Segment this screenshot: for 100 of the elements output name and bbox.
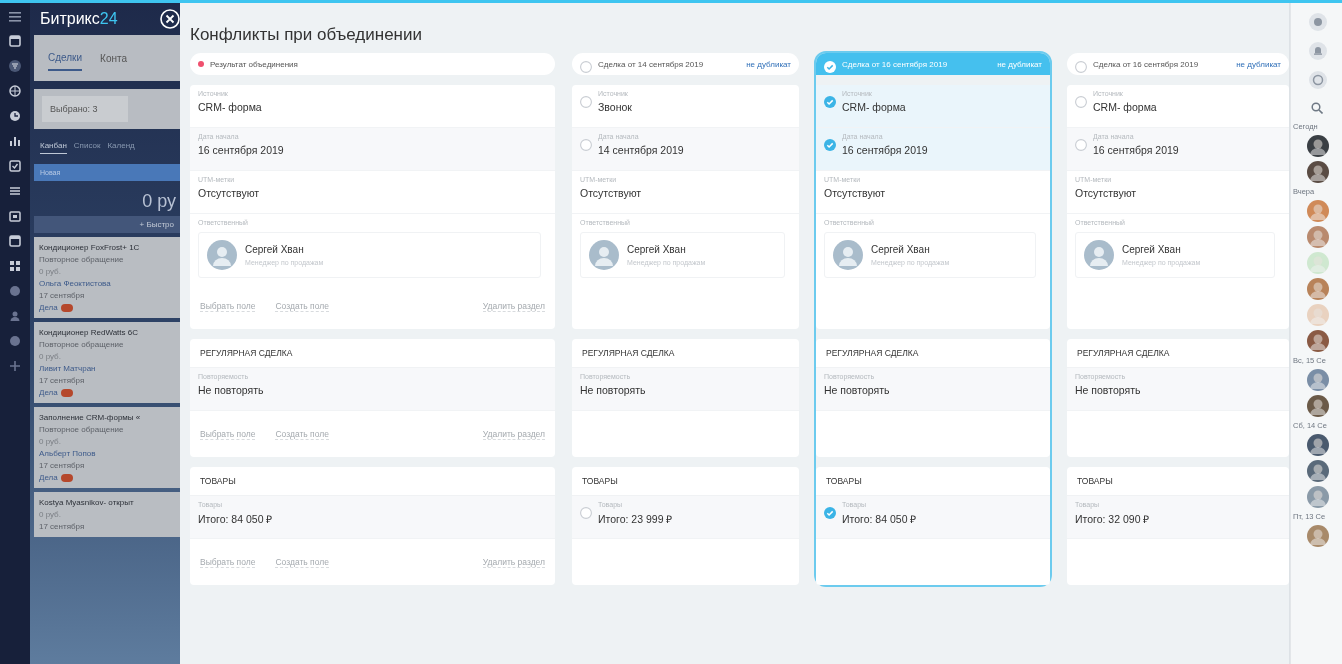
avatar[interactable] [207,240,237,270]
plus-icon[interactable] [9,360,21,372]
radio-button[interactable] [580,61,592,73]
menu-icon[interactable] [9,12,21,22]
checked-radio-icon[interactable] [824,96,836,108]
action-link[interactable]: Удалить раздел [482,556,545,568]
slider-title: Конфликты при объединении [190,24,423,46]
field-value: Отсутствуют [1075,187,1138,199]
radio-button[interactable] [1075,96,1087,108]
checked-radio-icon[interactable] [824,507,836,519]
column-title: Сделка от 16 сентября 2019 [1093,59,1200,69]
radio-button[interactable] [580,507,592,519]
counter-badge [60,388,73,397]
field-value: Не повторять [1075,384,1142,396]
deal-subtitle: Повторное обращение [39,425,125,434]
field-value: Итого: 32 090 ₽ [1075,512,1151,526]
checked-radio-icon[interactable] [824,61,836,73]
activity-link[interactable]: Дела [39,303,58,312]
not-duplicate-link[interactable]: не дубликат [997,59,1042,69]
clock-icon[interactable] [9,110,21,122]
filter-icon[interactable] [9,60,21,72]
dot-icon[interactable] [9,285,21,297]
logo-number: 24 [99,10,118,27]
view-tab[interactable]: Список [73,141,101,154]
filter-field[interactable]: Выбрано: 3 [42,96,128,122]
counter-badge [60,303,73,312]
activity-link[interactable]: Дела [39,473,58,482]
field-value: Не повторять [580,384,647,396]
action-link[interactable]: Создать поле [275,556,329,568]
field-value: 16 сентября 2019 [198,144,285,156]
radio-button[interactable] [1075,139,1087,151]
action-link[interactable]: Удалить раздел [482,428,545,440]
user-name[interactable]: Сергей Хван [1122,244,1201,255]
column-title: Сделка от 16 сентября 2019 [842,59,949,69]
window-icon[interactable] [9,235,21,247]
avatar[interactable] [1084,240,1114,270]
globe-icon[interactable] [9,85,21,97]
avatar[interactable] [589,240,619,270]
action-link[interactable]: Удалить раздел [482,300,545,312]
status-dot-icon[interactable] [198,61,204,67]
bell-icon[interactable] [1309,42,1327,60]
checkbox-icon[interactable] [9,160,21,172]
field-value: Итого: 84 050 ₽ [842,512,918,526]
action-link[interactable]: Создать поле [275,300,329,312]
logo-text: Битрикс [40,10,100,27]
quick-add-button[interactable]: + Быстро [34,216,180,233]
field-value: Отсутствуют [580,187,643,199]
search-icon[interactable] [1311,102,1323,114]
field-value: 16 сентября 2019 [1093,144,1180,156]
radio-button[interactable] [580,96,592,108]
column-header[interactable]: Сделка от 16 сентября 2019 не дубликат [1067,53,1289,75]
column-title: Результат объединения [210,59,299,69]
user-name[interactable]: Сергей Хван [627,244,706,255]
not-duplicate-link[interactable]: не дубликат [746,59,791,69]
action-link[interactable]: Выбрать поле [200,556,256,568]
checked-radio-icon[interactable] [824,139,836,151]
action-link[interactable]: Выбрать поле [200,428,256,440]
field-value: CRM- форма [842,101,907,113]
column-header[interactable]: Сделка от 14 сентября 2019 не дубликат [572,53,799,75]
field-value: CRM- форма [198,101,263,113]
field-value: 16 сентября 2019 [842,144,929,156]
deal-title: Кондиционер RedWatts 6С [39,328,139,337]
column-header[interactable]: Результат объединения [190,53,555,75]
deal-title: Кондиционер FoxFrost+ 1С [39,243,141,252]
view-tab[interactable]: Календ [107,141,135,154]
person-icon[interactable] [9,310,21,322]
radio-button[interactable] [1075,61,1087,73]
person-link[interactable]: Альберт Попов [39,449,175,458]
not-duplicate-link[interactable]: не дубликат [1236,59,1281,69]
field-value: CRM- форма [1093,101,1158,113]
dot-icon[interactable] [9,335,21,347]
deal-subtitle: Повторное обращение [39,340,125,349]
list-icon[interactable] [9,185,21,197]
user-name[interactable]: Сергей Хван [245,244,324,255]
deal-title: Заполнение CRM-формы « [39,413,142,422]
tab[interactable]: Конта [100,46,128,70]
deal-date: 17 сентября [39,291,86,300]
deal-date: 17 сентября [39,522,86,531]
calendar-icon[interactable] [9,210,21,222]
person-link[interactable]: Ольга Феоктистова [39,279,175,288]
person-link[interactable]: Ливит Матчран [39,364,175,373]
avatar[interactable] [833,240,863,270]
deal-subtitle: Повторное обращение [39,255,125,264]
window-icon[interactable] [9,35,21,47]
action-link[interactable]: Создать поле [275,428,329,440]
field-value: Отсутствуют [198,187,261,199]
user-name[interactable]: Сергей Хван [871,244,950,255]
tab[interactable]: Сделки [48,45,83,71]
grid-icon[interactable] [9,260,21,272]
action-link[interactable]: Выбрать поле [200,300,256,312]
radio-button[interactable] [580,139,592,151]
activity-link[interactable]: Дела [39,388,58,397]
close-icon[interactable] [160,9,180,29]
field-value: Итого: 84 050 ₽ [198,512,274,526]
column-header[interactable]: Сделка от 16 сентября 2019 не дубликат [816,53,1050,75]
view-tab[interactable]: Канбан [40,141,67,154]
counter-badge [60,473,73,482]
bar-chart-icon[interactable] [9,135,21,147]
column-title: Сделка от 14 сентября 2019 [598,59,705,69]
field-value: 14 сентября 2019 [598,144,685,156]
